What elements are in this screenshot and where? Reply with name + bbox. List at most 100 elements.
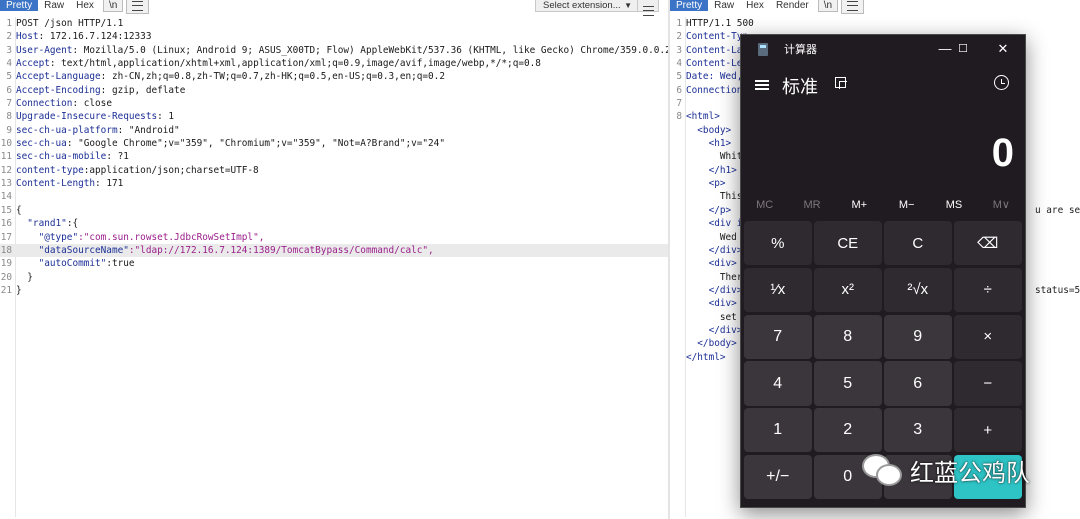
request-tab-hex[interactable]: Hex: [70, 0, 100, 11]
divide-button[interactable]: ÷: [954, 267, 1022, 313]
line-number: 11: [0, 151, 12, 163]
request-line-key: Connection: [16, 98, 73, 110]
memory-button-m[interactable]: M−: [883, 195, 930, 215]
request-line-key: "@type": [16, 231, 79, 243]
calculator-window[interactable]: 计算器 — ☐ ✕ 标准 0 MC MR M+ M− MS M∨ % CE C ⌫ ¹⁄x x² ²√…: [740, 34, 1026, 508]
digit-6-button[interactable]: 6: [884, 361, 952, 406]
percent-button[interactable]: %: [744, 221, 812, 266]
request-menu-button[interactable]: [126, 0, 150, 14]
response-menu-button[interactable]: [841, 0, 865, 14]
menu-icon: [132, 1, 144, 11]
select-extension-dropdown[interactable]: Select extension... ▼: [535, 0, 639, 12]
subtract-button[interactable]: −: [954, 361, 1022, 406]
response-tab-pretty[interactable]: Pretty: [670, 0, 709, 11]
request-tab-pretty[interactable]: Pretty: [0, 0, 39, 11]
response-line-text: </html>: [686, 351, 726, 363]
request-newline-toggle[interactable]: \n: [102, 0, 124, 12]
memory-button-mr[interactable]: MR: [788, 195, 835, 215]
digit-7-button[interactable]: 7: [744, 314, 812, 359]
request-tabs: Pretty Raw Hex \n: [0, 0, 150, 14]
response-line-text: <div i: [686, 218, 743, 230]
memory-button-m[interactable]: M∨: [978, 195, 1025, 215]
request-line-key: Content-Length: [16, 178, 96, 190]
digit-5-button[interactable]: 5: [814, 361, 882, 406]
memory-button-mc[interactable]: MC: [741, 195, 788, 215]
request-line: 6 Accept-Encoding: gzip, deflate: [0, 84, 668, 97]
multiply-button[interactable]: ×: [954, 314, 1022, 359]
calculator-mode-title: 标准: [782, 77, 818, 97]
request-line: 19 "autoCommit":true: [0, 257, 668, 270]
keep-on-top-icon[interactable]: [835, 77, 847, 89]
digit-3-button[interactable]: 3: [884, 408, 952, 453]
request-line-value: :"com.sun.rowset.JdbcRowSetImpl",: [78, 231, 265, 243]
history-icon[interactable]: [994, 75, 1009, 90]
negate-button[interactable]: +/−: [744, 454, 812, 500]
request-line: 17 "@type":"com.sun.rowset.JdbcRowSetImp…: [0, 231, 668, 244]
clear-entry-button[interactable]: CE: [814, 221, 882, 266]
memory-button-m[interactable]: M+: [836, 195, 883, 215]
digit-1-button[interactable]: 1: [744, 408, 812, 453]
line-number: 16: [0, 218, 12, 230]
response-line-text: </div>: [686, 324, 743, 336]
memory-button-ms[interactable]: MS: [930, 195, 977, 215]
select-extension-label: Select extension...: [543, 0, 621, 11]
request-line: 14: [0, 190, 668, 203]
request-line: 21}: [0, 284, 668, 297]
line-number: 12: [0, 164, 12, 176]
navigation-menu-icon[interactable]: [755, 79, 769, 90]
request-options-button[interactable]: [637, 0, 659, 16]
request-line-value: : "Android": [117, 124, 180, 136]
reciprocal-button[interactable]: ¹⁄x: [744, 267, 812, 313]
line-number: 6: [676, 84, 682, 96]
line-number: 15: [0, 204, 12, 216]
line-number: 4: [6, 58, 12, 70]
line-number: 21: [0, 284, 12, 296]
backspace-button[interactable]: ⌫: [954, 221, 1022, 266]
request-line: 13 Content-Length: 171: [0, 177, 668, 190]
digit-4-button[interactable]: 4: [744, 361, 812, 406]
request-line-value: }: [16, 271, 33, 283]
close-button[interactable]: ✕: [991, 37, 1015, 61]
line-number: 8: [676, 111, 682, 123]
maximize-button[interactable]: ☐: [951, 37, 975, 61]
digit-8-button[interactable]: 8: [814, 314, 882, 359]
digit-2-button[interactable]: 2: [814, 408, 882, 453]
response-newline-toggle[interactable]: \n: [817, 0, 839, 12]
response-line-text: <div>: [686, 298, 737, 310]
request-line: 16 "rand1":{: [0, 217, 668, 230]
response-line-text: </p>: [686, 204, 732, 216]
response-line-text: set: [686, 311, 737, 323]
response-tab-raw[interactable]: Raw: [708, 0, 740, 11]
response-tab-render[interactable]: Render: [770, 0, 815, 11]
calculator-titlebar[interactable]: 计算器 — ☐ ✕: [741, 35, 1025, 63]
request-line-value: : "Google Chrome";v="359", "Chromium";v=…: [66, 138, 445, 150]
square-button[interactable]: x²: [814, 267, 882, 313]
request-tab-raw[interactable]: Raw: [38, 0, 70, 11]
request-line-value: }: [16, 284, 22, 296]
line-number: 20: [0, 271, 12, 283]
add-button[interactable]: +: [954, 408, 1022, 453]
request-line-key: Upgrade-Insecure-Requests: [16, 111, 158, 123]
clear-button[interactable]: C: [884, 221, 952, 266]
request-editor[interactable]: 1 POST /json HTTP/1.1 2 Host: 172.16.7.124:…: [0, 17, 668, 297]
response-line-text: </div>: [686, 244, 743, 256]
line-number: 7: [6, 98, 12, 110]
request-line: 9 sec-ch-ua-platform: "Android": [0, 124, 668, 137]
line-number: 2: [676, 31, 682, 43]
request-line-value: :{: [66, 218, 79, 230]
response-line-text: Date: Wed,: [686, 71, 743, 83]
response-line-text: </div>: [686, 284, 743, 296]
request-line-key: Accept: [16, 58, 50, 70]
response-line-text: White: [686, 151, 749, 163]
digit-9-button[interactable]: 9: [884, 314, 952, 359]
request-line: 3 User-Agent: Mozilla/5.0 (Linux; Android…: [0, 44, 668, 57]
request-line: 2 Host: 172.16.7.124:12333: [0, 30, 668, 43]
request-line-key: Accept-Language: [16, 71, 101, 83]
sqrt-button[interactable]: ²√x: [884, 267, 952, 313]
response-tab-hex[interactable]: Hex: [740, 0, 770, 11]
line-number: 3: [6, 44, 12, 56]
response-line-text: <body>: [686, 124, 732, 136]
request-line-key: sec-ch-ua: [16, 138, 67, 150]
watermark-text: 红蓝公鸡队: [910, 459, 1030, 487]
line-number: 17: [0, 231, 12, 243]
